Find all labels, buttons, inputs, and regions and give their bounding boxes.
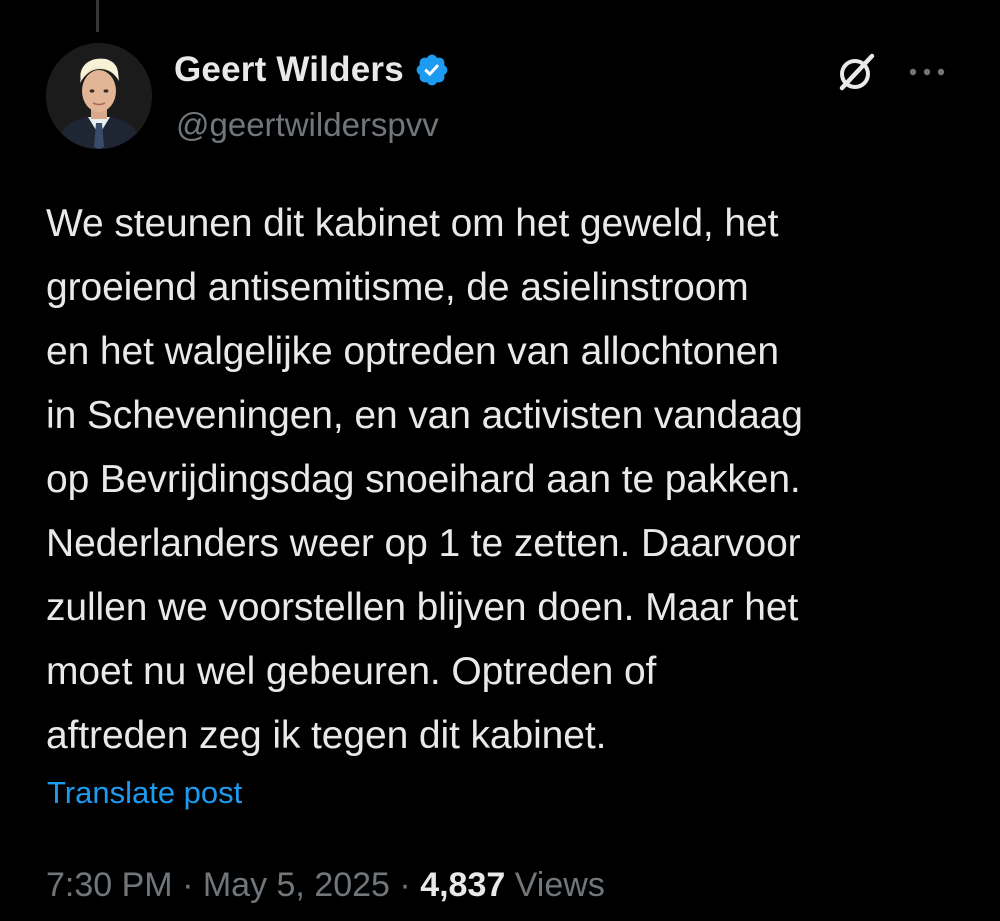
author-handle[interactable]: @geertwilderspvv	[176, 106, 439, 144]
post-body-text: We steunen dit kabinet om het geweld, he…	[46, 202, 803, 757]
meta-separator: ·	[172, 866, 203, 904]
thread-connector-line	[96, 0, 99, 32]
author-name-row: Geert Wilders	[174, 50, 450, 90]
post-date[interactable]: May 5, 2025	[203, 866, 390, 904]
verified-badge-icon[interactable]	[414, 52, 450, 88]
author-avatar[interactable]	[46, 43, 152, 149]
grok-icon[interactable]	[834, 50, 878, 94]
post-time[interactable]: 7:30 PM	[46, 866, 173, 904]
views-count[interactable]: 4,837	[420, 866, 505, 904]
translate-post-link[interactable]: Translate post	[47, 775, 242, 811]
meta-separator: ·	[389, 866, 421, 904]
author-display-name[interactable]: Geert Wilders	[174, 50, 404, 90]
post-metadata: 7:30 PM · May 5, 2025 · 4,837 Views	[46, 866, 605, 905]
views-label[interactable]: Views	[515, 866, 605, 904]
more-options-icon[interactable]	[904, 52, 950, 92]
